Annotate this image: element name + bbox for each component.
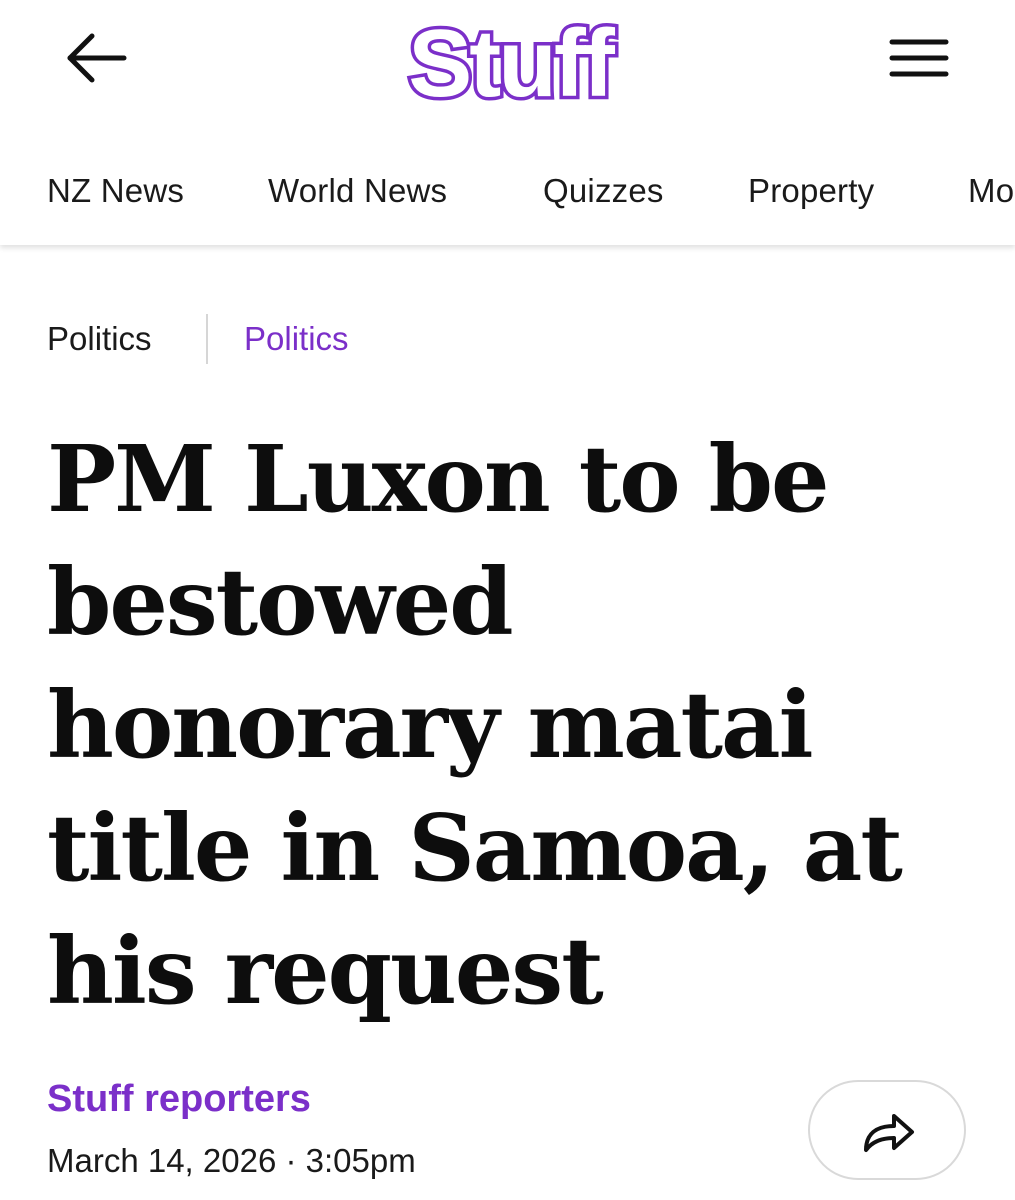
nav-item-property[interactable]: Property (748, 172, 874, 210)
share-button[interactable] (808, 1080, 966, 1180)
nav-item-world-news[interactable]: World News (268, 172, 447, 210)
section-nav: NZ News World News Quizzes Property Mo (0, 150, 1015, 238)
back-button[interactable] (60, 26, 132, 90)
headline-line: his request (47, 917, 604, 1025)
breadcrumb-divider (206, 314, 208, 364)
headline-line: PM Luxon to be (47, 425, 830, 533)
arrow-left-icon (67, 33, 127, 83)
article-headline: PM Luxon to be bestowed honorary matai t… (47, 418, 977, 1033)
share-arrow-icon (864, 1114, 914, 1152)
publish-dateline: March 14, 2026 · 3:05pm (47, 1142, 416, 1180)
nav-item-nz-news[interactable]: NZ News (47, 172, 184, 210)
publish-time: 3:05pm (305, 1142, 416, 1179)
hamburger-menu-icon (889, 39, 949, 77)
stuff-logo[interactable]: Stuff Stuff (370, 2, 650, 121)
dateline-separator: · (285, 1142, 297, 1179)
headline-line: honorary matai (47, 671, 814, 779)
menu-button[interactable] (880, 30, 960, 86)
breadcrumb-section[interactable]: Politics (47, 320, 152, 358)
nav-item-quizzes[interactable]: Quizzes (543, 172, 664, 210)
breadcrumb-subsection[interactable]: Politics (244, 320, 349, 358)
stuff-logo-mark: Stuff Stuff (405, 7, 623, 121)
publish-date: March 14, 2026 (47, 1142, 277, 1179)
author-link[interactable]: Stuff reporters (47, 1078, 311, 1121)
headline-line: title in Samoa, at (47, 794, 903, 902)
logo-wordmark: Stuff (408, 10, 616, 114)
headline-line: bestowed (47, 548, 514, 656)
site-header: Stuff Stuff NZ News World News Quizzes P… (0, 0, 1015, 245)
nav-item-more[interactable]: Mo (968, 172, 1014, 210)
